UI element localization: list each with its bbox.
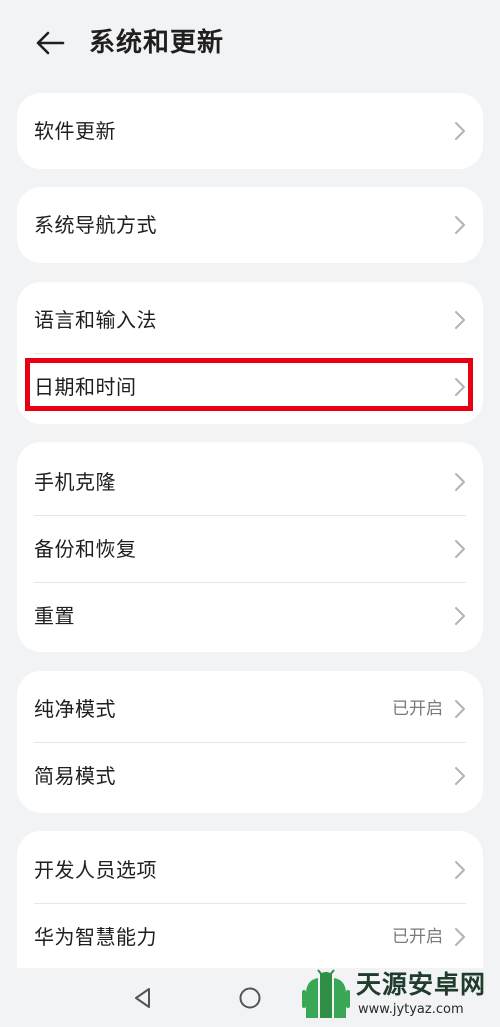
nav-home-circle-icon[interactable]: [236, 984, 264, 1012]
watermark-title: 天源安卓网: [356, 970, 487, 999]
row-label: 语言和输入法: [34, 308, 157, 332]
chevron-right-icon: [455, 378, 465, 396]
chevron-right-icon: [455, 767, 465, 785]
row-label: 手机克隆: [34, 470, 116, 494]
settings-row-huawei-smart[interactable]: 华为智慧能力 已开启: [17, 904, 483, 970]
status-text: 已开启: [392, 927, 443, 947]
row-label: 备份和恢复: [34, 537, 137, 561]
settings-row-developer-options[interactable]: 开发人员选项: [17, 837, 483, 903]
chevron-right-icon: [455, 861, 465, 879]
chevron-right-icon: [455, 311, 465, 329]
settings-card-modes: 纯净模式 已开启 简易模式: [17, 671, 483, 813]
settings-card-software-update: 软件更新: [17, 93, 483, 169]
status-text: 已开启: [392, 699, 443, 719]
row-label: 软件更新: [34, 119, 116, 143]
chevron-right-icon: [455, 700, 465, 718]
row-label: 重置: [34, 604, 75, 628]
settings-row-simple-mode[interactable]: 简易模式: [17, 743, 483, 809]
chevron-right-icon: [455, 607, 465, 625]
watermark-logo: 天源安卓网 www.jytyaz.com: [298, 964, 498, 1024]
settings-row-software-update[interactable]: 软件更新: [17, 98, 483, 164]
row-label: 系统导航方式: [34, 213, 157, 237]
android-logo-icon: [302, 969, 350, 1018]
chevron-right-icon: [455, 216, 465, 234]
chevron-right-icon: [455, 928, 465, 946]
settings-row-system-navigation[interactable]: 系统导航方式: [17, 192, 483, 258]
watermark-url: www.jytyaz.com: [358, 1002, 464, 1017]
row-label: 日期和时间: [34, 375, 137, 399]
settings-row-date-time[interactable]: 日期和时间: [17, 354, 483, 420]
settings-row-backup-restore[interactable]: 备份和恢复: [17, 516, 483, 582]
back-arrow-icon: [36, 31, 65, 55]
chevron-right-icon: [455, 122, 465, 140]
row-label: 简易模式: [34, 764, 116, 788]
settings-card-language-date: 语言和输入法 日期和时间: [17, 282, 483, 424]
header-bar: 系统和更新: [0, 0, 500, 86]
settings-row-pure-mode[interactable]: 纯净模式 已开启: [17, 676, 483, 742]
settings-card-backup: 手机克隆 备份和恢复 重置: [17, 442, 483, 652]
row-label: 华为智慧能力: [34, 925, 157, 949]
settings-row-phone-clone[interactable]: 手机克隆: [17, 449, 483, 515]
chevron-right-icon: [455, 473, 465, 491]
settings-row-reset[interactable]: 重置: [17, 583, 483, 649]
row-label: 开发人员选项: [34, 858, 157, 882]
chevron-right-icon: [455, 540, 465, 558]
row-label: 纯净模式: [34, 697, 116, 721]
nav-back-triangle-icon[interactable]: [129, 984, 157, 1012]
settings-card-navigation: 系统导航方式: [17, 187, 483, 263]
back-button[interactable]: [30, 26, 70, 60]
settings-row-language-input[interactable]: 语言和输入法: [17, 287, 483, 353]
page-title: 系统和更新: [89, 28, 225, 58]
